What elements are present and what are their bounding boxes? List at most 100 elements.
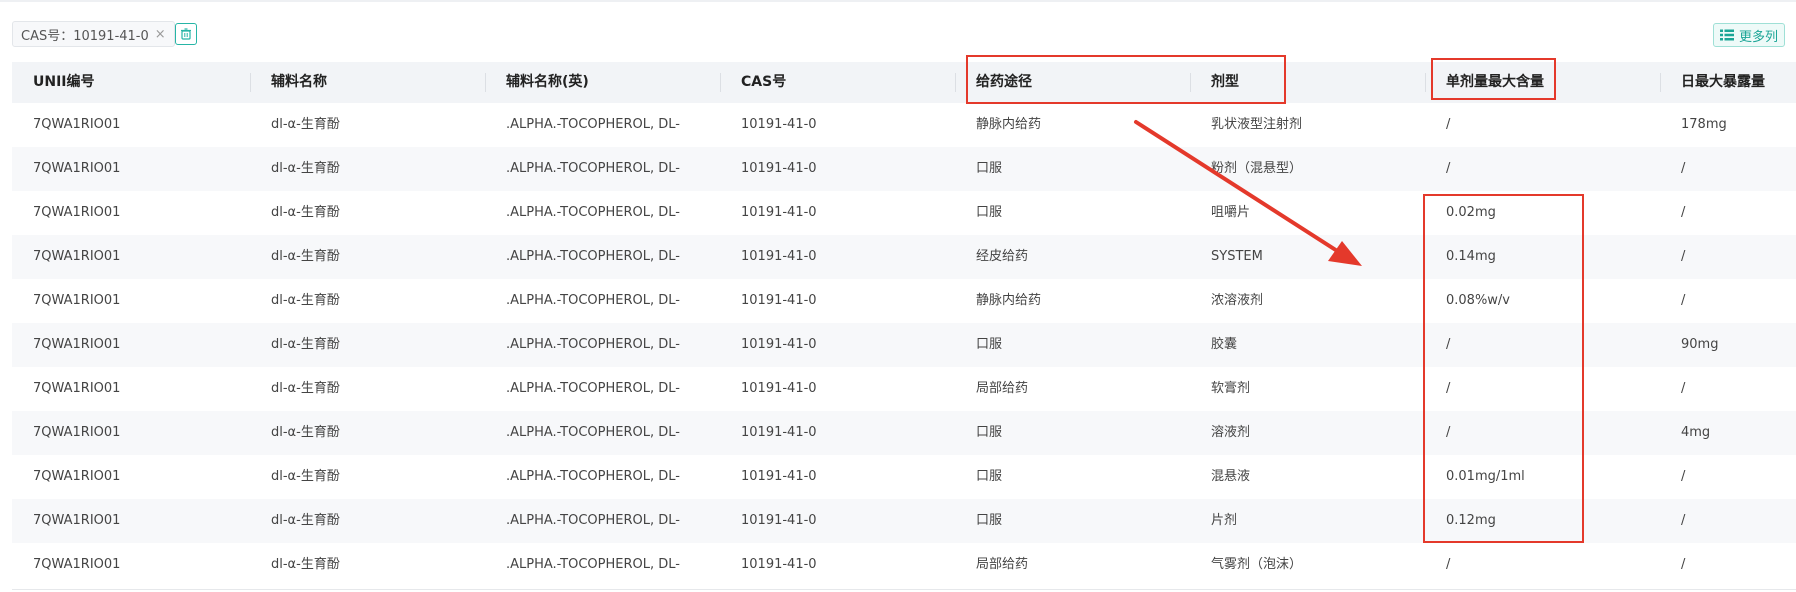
table-cell: .ALPHA.-TOCOPHEROL, DL- — [506, 469, 680, 484]
table-cell: 10191-41-0 — [741, 249, 817, 264]
table-cell: / — [1446, 381, 1451, 396]
top-divider — [0, 0, 1796, 2]
table-cell: 10191-41-0 — [741, 513, 817, 528]
table-cell: 10191-41-0 — [741, 205, 817, 220]
table-cell: 4mg — [1681, 425, 1711, 440]
table-cell: 7QWA1RIO01 — [33, 469, 121, 484]
table-cell: .ALPHA.-TOCOPHEROL, DL- — [506, 425, 680, 440]
table-row[interactable]: 7QWA1RIO01 dl-α-生育酚 .ALPHA.-TOCOPHEROL, DL… — [12, 147, 1796, 191]
table-cell: .ALPHA.-TOCOPHEROL, DL- — [506, 557, 680, 572]
table-cell: / — [1446, 337, 1451, 352]
table-row[interactable]: 7QWA1RIO01 dl-α-生育酚 .ALPHA.-TOCOPHEROL, DL… — [12, 455, 1796, 499]
table-body: 7QWA1RIO01 dl-α-生育酚 .ALPHA.-TOCOPHEROL, DL… — [12, 103, 1796, 587]
table-cell: dl-α-生育酚 — [271, 117, 340, 132]
table-cell: / — [1446, 161, 1451, 176]
table-row[interactable]: 7QWA1RIO01 dl-α-生育酚 .ALPHA.-TOCOPHEROL, DL… — [12, 235, 1796, 279]
table-cell: .ALPHA.-TOCOPHEROL, DL- — [506, 161, 680, 176]
table-cell: dl-α-生育酚 — [271, 161, 340, 176]
filter-tag-label: CAS号：10191-41-0 — [21, 28, 149, 44]
table-cell: / — [1446, 557, 1451, 572]
table-row[interactable]: 7QWA1RIO01 dl-α-生育酚 .ALPHA.-TOCOPHEROL, DL… — [12, 323, 1796, 367]
table-bottom-border — [12, 589, 1796, 590]
table-cell: 软膏剂 — [1211, 381, 1251, 396]
table-cell: / — [1681, 513, 1686, 528]
table-cell: .ALPHA.-TOCOPHEROL, DL- — [506, 117, 680, 132]
trash-icon — [181, 28, 191, 40]
table-cell: 10191-41-0 — [741, 425, 817, 440]
table-row[interactable]: 7QWA1RIO01 dl-α-生育酚 .ALPHA.-TOCOPHEROL, DL… — [12, 543, 1796, 587]
table-cell: / — [1446, 117, 1451, 132]
table-cell: 混悬液 — [1211, 469, 1251, 484]
table-cell: / — [1681, 557, 1686, 572]
column-header[interactable]: CAS号 — [720, 62, 955, 103]
column-header[interactable]: 剂型 — [1190, 62, 1425, 103]
table-cell: 7QWA1RIO01 — [33, 513, 121, 528]
table-cell: 7QWA1RIO01 — [33, 381, 121, 396]
table-cell: 静脉内给药 — [976, 293, 1042, 308]
table-cell: / — [1681, 249, 1686, 264]
column-header[interactable]: 给药途径 — [955, 62, 1190, 103]
table-cell: 10191-41-0 — [741, 293, 817, 308]
table-cell: dl-α-生育酚 — [271, 337, 340, 352]
column-header[interactable]: 辅料名称 — [250, 62, 485, 103]
table-cell: 0.14mg — [1446, 249, 1496, 264]
table-cell: .ALPHA.-TOCOPHEROL, DL- — [506, 337, 680, 352]
table-row[interactable]: 7QWA1RIO01 dl-α-生育酚 .ALPHA.-TOCOPHEROL, DL… — [12, 367, 1796, 411]
table-cell: / — [1681, 469, 1686, 484]
table-cell: dl-α-生育酚 — [271, 293, 340, 308]
table-cell: .ALPHA.-TOCOPHEROL, DL- — [506, 293, 680, 308]
table-cell: 7QWA1RIO01 — [33, 205, 121, 220]
excipient-table: UNII编号 辅料名称 辅料名称(英) CAS号 给药途径 剂型 单剂量最大含量 日最大暴露量… — [12, 62, 1796, 587]
column-header[interactable]: 单剂量最大含量 — [1425, 62, 1660, 103]
table-row[interactable]: 7QWA1RIO01 dl-α-生育酚 .ALPHA.-TOCOPHEROL, DL… — [12, 191, 1796, 235]
table-cell: 0.01mg/1ml — [1446, 469, 1525, 484]
table-cell: 口服 — [976, 513, 1003, 528]
table-cell: 口服 — [976, 161, 1003, 176]
table-cell: / — [1681, 161, 1686, 176]
table-cell: 局部给药 — [976, 381, 1029, 396]
table-cell: 局部给药 — [976, 557, 1029, 572]
table-cell: 口服 — [976, 425, 1003, 440]
table-row[interactable]: 7QWA1RIO01 dl-α-生育酚 .ALPHA.-TOCOPHEROL, DL… — [12, 499, 1796, 543]
clear-filters-button[interactable] — [175, 23, 197, 45]
table-cell: 乳状液型注射剂 — [1211, 117, 1303, 132]
table-cell: .ALPHA.-TOCOPHEROL, DL- — [506, 249, 680, 264]
table-cell: 7QWA1RIO01 — [33, 425, 121, 440]
column-header[interactable]: UNII编号 — [12, 62, 250, 103]
table-cell: 溶液剂 — [1211, 425, 1251, 440]
table-cell: 咀嚼片 — [1211, 205, 1251, 220]
table-cell: / — [1681, 205, 1686, 220]
table-cell: / — [1681, 293, 1686, 308]
table-cell: .ALPHA.-TOCOPHEROL, DL- — [506, 381, 680, 396]
column-header[interactable]: 日最大暴露量 — [1660, 62, 1796, 103]
table-cell: dl-α-生育酚 — [271, 205, 340, 220]
table-cell: .ALPHA.-TOCOPHEROL, DL- — [506, 205, 680, 220]
table-cell: 气雾剂（泡沫） — [1211, 557, 1303, 572]
table-row[interactable]: 7QWA1RIO01 dl-α-生育酚 .ALPHA.-TOCOPHEROL, DL… — [12, 279, 1796, 323]
table-cell: 7QWA1RIO01 — [33, 117, 121, 132]
table-cell: 0.02mg — [1446, 205, 1496, 220]
table-cell: dl-α-生育酚 — [271, 469, 340, 484]
table-cell: 10191-41-0 — [741, 557, 817, 572]
more-columns-button[interactable]: 更多列 — [1712, 23, 1785, 47]
table-cell: 口服 — [976, 205, 1003, 220]
table-row[interactable]: 7QWA1RIO01 dl-α-生育酚 .ALPHA.-TOCOPHEROL, DL… — [12, 411, 1796, 455]
table-cell: 浓溶液剂 — [1211, 293, 1264, 308]
table-cell: 7QWA1RIO01 — [33, 161, 121, 176]
table-cell: .ALPHA.-TOCOPHEROL, DL- — [506, 513, 680, 528]
table-cell: 90mg — [1681, 337, 1719, 352]
table-cell: 0.12mg — [1446, 513, 1496, 528]
table-row[interactable]: 7QWA1RIO01 dl-α-生育酚 .ALPHA.-TOCOPHEROL, DL… — [12, 103, 1796, 147]
table-cell: 10191-41-0 — [741, 381, 817, 396]
table-header: UNII编号 辅料名称 辅料名称(英) CAS号 给药途径 剂型 单剂量最大含量 日最大暴露量 — [12, 62, 1796, 103]
close-icon[interactable]: × — [155, 27, 166, 42]
table-cell: 片剂 — [1211, 513, 1238, 528]
table-cell: 178mg — [1681, 117, 1727, 132]
table-cell: dl-α-生育酚 — [271, 557, 340, 572]
table-cell: 7QWA1RIO01 — [33, 293, 121, 308]
table-cell: 7QWA1RIO01 — [33, 557, 121, 572]
filter-tag-cas[interactable]: CAS号：10191-41-0 × — [12, 21, 175, 47]
column-header[interactable]: 辅料名称(英) — [485, 62, 720, 103]
table-cell: 0.08%w/v — [1446, 293, 1511, 308]
table-cell: 口服 — [976, 469, 1003, 484]
